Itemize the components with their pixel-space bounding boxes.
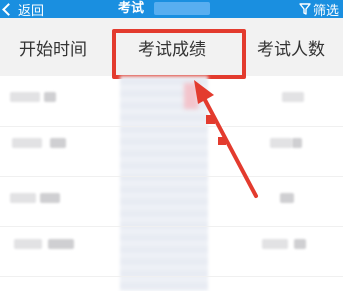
annotation-arrow-icon bbox=[194, 80, 258, 198]
